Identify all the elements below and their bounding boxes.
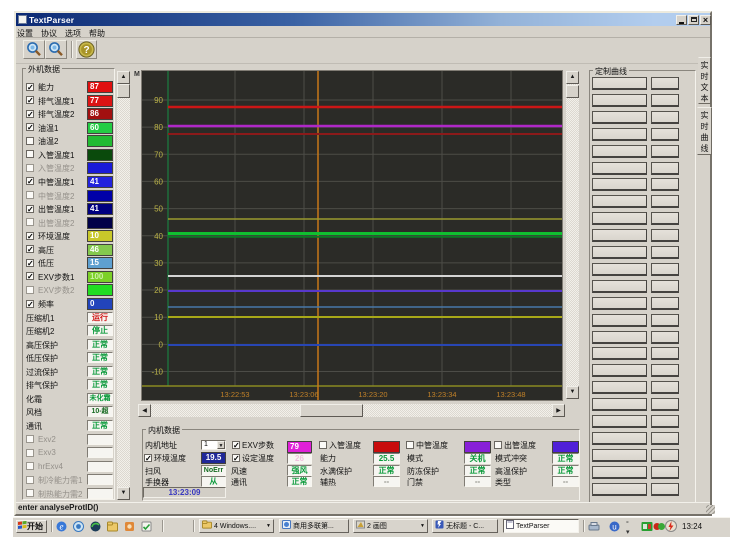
svg-text:0: 0 [159, 340, 164, 349]
svg-text:60: 60 [154, 177, 163, 186]
svg-text:13:22:53: 13:22:53 [220, 390, 249, 399]
svg-text:20: 20 [154, 286, 163, 295]
svg-text:u: u [612, 522, 616, 531]
svg-text:13:23:48: 13:23:48 [496, 390, 525, 399]
svg-text:90: 90 [154, 96, 163, 105]
svg-text:30: 30 [154, 259, 163, 268]
svg-text:13:23:06: 13:23:06 [289, 390, 318, 399]
svg-text:13:23:20: 13:23:20 [358, 390, 387, 399]
svg-text:-10: -10 [151, 368, 163, 377]
svg-text:13:23:34: 13:23:34 [427, 390, 456, 399]
svg-text:80: 80 [154, 123, 163, 132]
svg-text:50: 50 [154, 205, 163, 214]
svg-text:e: e [60, 522, 64, 532]
svg-text:40: 40 [154, 232, 163, 241]
svg-text:10: 10 [154, 313, 163, 322]
svg-text:70: 70 [154, 150, 163, 159]
svg-text:?: ? [83, 45, 89, 56]
